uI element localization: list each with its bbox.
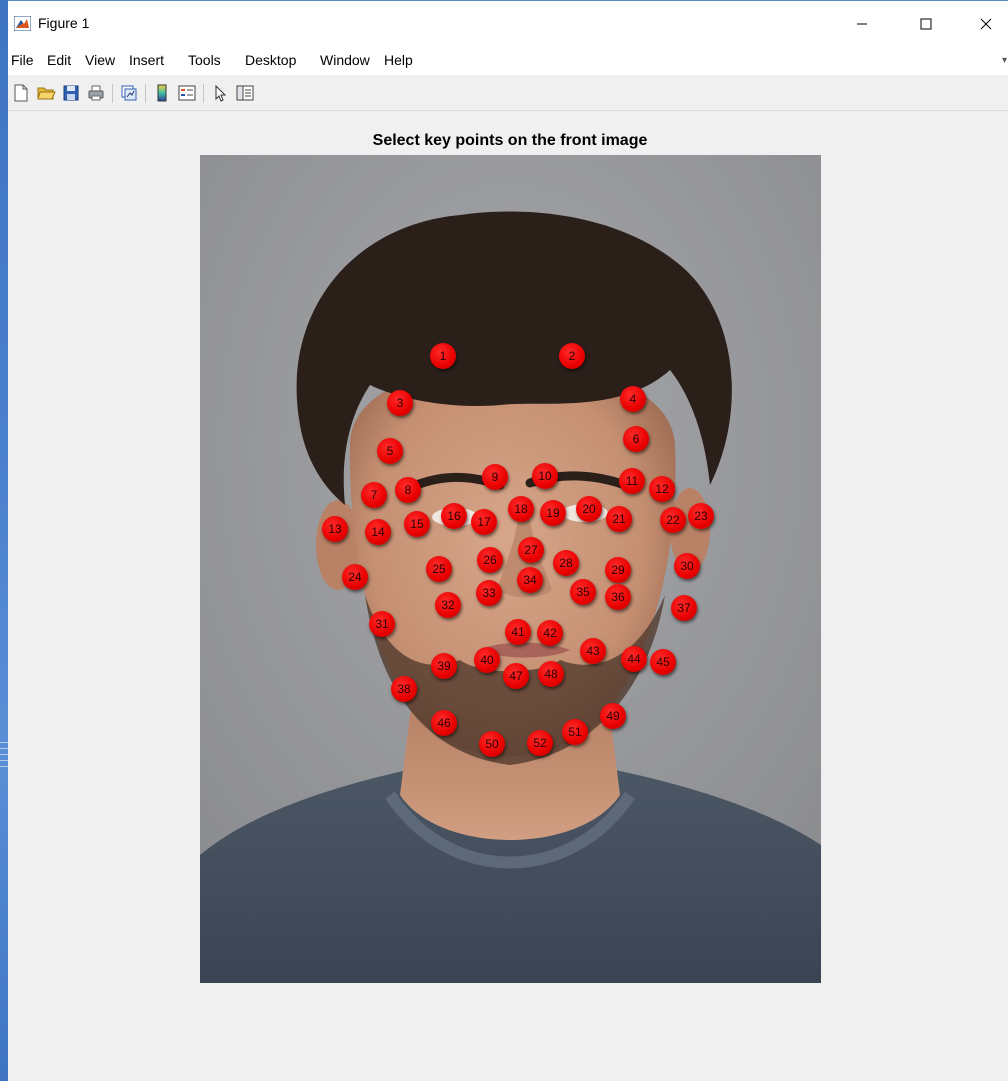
matlab-logo-icon [14, 16, 31, 31]
link-plot-icon[interactable] [119, 83, 139, 103]
keypoint-marker[interactable]: 1 [430, 343, 456, 369]
keypoint-marker[interactable]: 49 [600, 703, 626, 729]
keypoint-marker[interactable]: 28 [553, 550, 579, 576]
menu-insert[interactable]: Insert [129, 52, 164, 68]
desktop-background-strip [0, 0, 8, 1081]
front-face-image[interactable]: 1 2 3 4 5 6 7 8 9 10 11 12 13 14 15 16 1… [200, 155, 821, 983]
new-figure-icon[interactable] [11, 83, 31, 103]
menu-view[interactable]: View [85, 52, 115, 68]
minimize-button[interactable] [839, 9, 885, 39]
toolbar-separator [112, 84, 113, 103]
menu-bar: File Edit View Insert Tools Desktop Wind… [8, 47, 1008, 75]
keypoint-marker[interactable]: 45 [650, 649, 676, 675]
keypoint-marker[interactable]: 32 [435, 592, 461, 618]
keypoint-marker[interactable]: 19 [540, 500, 566, 526]
menu-file[interactable]: File [11, 52, 34, 68]
close-icon [980, 18, 992, 30]
keypoint-marker[interactable]: 48 [538, 661, 564, 687]
keypoint-marker[interactable]: 33 [476, 580, 502, 606]
menubar-dock-arrow-icon[interactable]: ▾ [1002, 55, 1007, 66]
menu-help[interactable]: Help [384, 52, 413, 68]
keypoint-marker[interactable]: 43 [580, 638, 606, 664]
print-icon[interactable] [86, 83, 106, 103]
menu-desktop[interactable]: Desktop [245, 52, 296, 68]
keypoint-marker[interactable]: 2 [559, 343, 585, 369]
colorbar-icon[interactable] [152, 83, 172, 103]
portrait-photo [200, 155, 821, 983]
keypoint-marker[interactable]: 10 [532, 463, 558, 489]
keypoint-marker[interactable]: 5 [377, 438, 403, 464]
keypoint-marker[interactable]: 40 [474, 647, 500, 673]
keypoint-marker[interactable]: 21 [606, 506, 632, 532]
keypoint-marker[interactable]: 27 [518, 537, 544, 563]
menu-tools[interactable]: Tools [188, 52, 221, 68]
keypoint-marker[interactable]: 11 [619, 468, 645, 494]
keypoint-marker[interactable]: 13 [322, 516, 348, 542]
keypoint-marker[interactable]: 22 [660, 507, 686, 533]
figure-window: Figure 1 File Edit View Insert Tools Des… [8, 0, 1008, 1081]
menu-edit[interactable]: Edit [47, 52, 71, 68]
keypoint-marker[interactable]: 16 [441, 503, 467, 529]
property-inspector-icon[interactable] [235, 83, 255, 103]
keypoint-marker[interactable]: 17 [471, 509, 497, 535]
keypoint-marker[interactable]: 8 [395, 477, 421, 503]
maximize-icon [920, 18, 932, 30]
keypoint-marker[interactable]: 29 [605, 557, 631, 583]
title-bar[interactable]: Figure 1 [8, 1, 1008, 47]
keypoint-marker[interactable]: 35 [570, 579, 596, 605]
legend-icon[interactable] [177, 83, 197, 103]
keypoint-marker[interactable]: 42 [537, 620, 563, 646]
minimize-icon [857, 23, 867, 25]
keypoint-marker[interactable]: 14 [365, 519, 391, 545]
keypoint-marker[interactable]: 51 [562, 719, 588, 745]
save-icon[interactable] [61, 83, 81, 103]
keypoint-marker[interactable]: 38 [391, 676, 417, 702]
keypoint-marker[interactable]: 44 [621, 646, 647, 672]
keypoint-marker[interactable]: 52 [527, 730, 553, 756]
keypoint-marker[interactable]: 15 [404, 511, 430, 537]
toolbar-separator [145, 84, 146, 103]
keypoint-marker[interactable]: 46 [431, 710, 457, 736]
window-title: Figure 1 [38, 15, 90, 31]
open-file-icon[interactable] [36, 83, 56, 103]
toolbar-separator [203, 84, 204, 103]
keypoint-marker[interactable]: 37 [671, 595, 697, 621]
keypoint-marker[interactable]: 26 [477, 547, 503, 573]
keypoint-marker[interactable]: 47 [503, 663, 529, 689]
keypoint-marker[interactable]: 6 [623, 426, 649, 452]
keypoint-marker[interactable]: 34 [517, 567, 543, 593]
edit-plot-pointer-icon[interactable] [210, 83, 230, 103]
keypoint-marker[interactable]: 3 [387, 390, 413, 416]
keypoint-marker[interactable]: 30 [674, 553, 700, 579]
maximize-button[interactable] [903, 9, 949, 39]
keypoint-marker[interactable]: 31 [369, 611, 395, 637]
keypoint-marker[interactable]: 20 [576, 496, 602, 522]
keypoint-marker[interactable]: 41 [505, 619, 531, 645]
close-button[interactable] [963, 9, 1008, 39]
keypoint-marker[interactable]: 50 [479, 731, 505, 757]
keypoint-marker[interactable]: 18 [508, 496, 534, 522]
keypoint-marker[interactable]: 9 [482, 464, 508, 490]
keypoint-marker[interactable]: 39 [431, 653, 457, 679]
keypoint-marker[interactable]: 7 [361, 482, 387, 508]
keypoint-marker[interactable]: 23 [688, 503, 714, 529]
figure-toolbar [8, 75, 1008, 111]
keypoint-marker[interactable]: 24 [342, 564, 368, 590]
keypoint-marker[interactable]: 36 [605, 584, 631, 610]
axes-title: Select key points on the front image [372, 132, 648, 149]
menu-window[interactable]: Window [320, 52, 370, 68]
keypoint-marker[interactable]: 4 [620, 386, 646, 412]
keypoint-marker[interactable]: 25 [426, 556, 452, 582]
keypoint-marker[interactable]: 12 [649, 476, 675, 502]
